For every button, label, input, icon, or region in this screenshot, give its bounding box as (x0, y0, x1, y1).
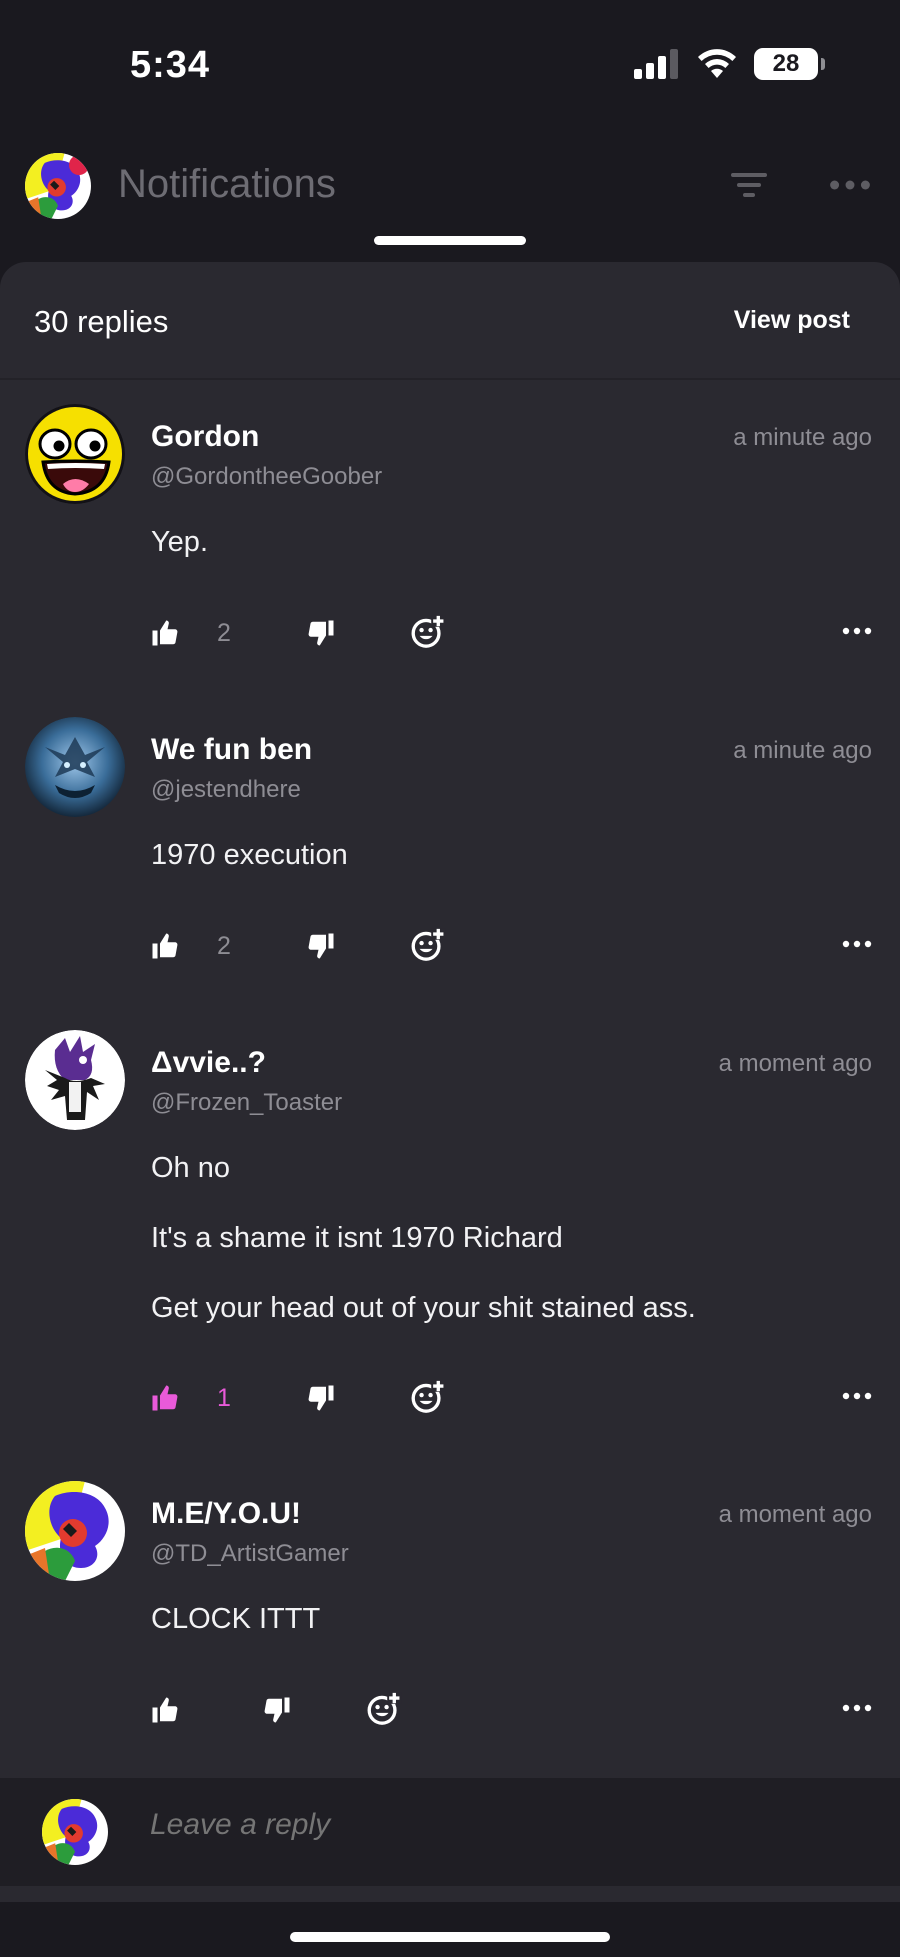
avatar[interactable] (25, 1481, 125, 1581)
dislike-button[interactable] (306, 618, 336, 648)
awesome-face-avatar (25, 404, 125, 504)
reply-more-button[interactable] (842, 1703, 872, 1713)
status-bar: 5:34 28 (0, 0, 900, 130)
avatar-image (25, 1481, 125, 1581)
like-button[interactable] (150, 1383, 180, 1413)
add-emoji-icon (410, 927, 446, 963)
more-icon (830, 180, 870, 190)
thumbs-up-icon (150, 1383, 180, 1413)
header-more-button[interactable] (823, 165, 877, 205)
thumbs-down-icon (306, 1383, 336, 1413)
wifi-icon (698, 49, 736, 78)
avatar[interactable] (25, 717, 125, 817)
reply-text: 1970 execution (151, 839, 348, 871)
home-indicator[interactable] (290, 1932, 610, 1942)
reply-author-handle[interactable]: @GordontheeGoober (151, 463, 382, 491)
like-count: 2 (217, 619, 231, 647)
reply-item: Gordon @GordontheeGoober a minute ago Ye… (0, 400, 900, 660)
add-reaction-button[interactable] (366, 1691, 402, 1727)
reply-timestamp: a minute ago (733, 424, 872, 451)
dislike-button[interactable] (306, 931, 336, 961)
add-emoji-icon (410, 614, 446, 650)
reply-author-name[interactable]: We fun ben (151, 733, 312, 767)
thumbs-down-icon (262, 1695, 292, 1725)
filter-button[interactable] (725, 165, 773, 205)
more-icon (842, 1391, 872, 1401)
character-avatar (25, 1030, 125, 1130)
reply-text-line: Oh no (151, 1152, 230, 1184)
reply-more-button[interactable] (842, 1391, 872, 1401)
view-post-button[interactable]: View post (734, 306, 850, 335)
like-count: 2 (217, 932, 231, 960)
dislike-button[interactable] (262, 1695, 292, 1725)
reply-more-button[interactable] (842, 939, 872, 949)
thumbs-up-icon (150, 931, 180, 961)
reply-author-handle[interactable]: @jestendhere (151, 776, 301, 804)
like-button[interactable] (150, 931, 180, 961)
avatar[interactable] (25, 1030, 125, 1130)
like-button[interactable] (150, 1695, 180, 1725)
reply-more-button[interactable] (842, 626, 872, 636)
filter-icon (731, 173, 767, 197)
add-reaction-button[interactable] (410, 927, 446, 963)
add-reaction-button[interactable] (410, 614, 446, 650)
monster-avatar (25, 717, 125, 817)
thumbs-down-icon (306, 931, 336, 961)
add-emoji-icon (366, 1691, 402, 1727)
status-time: 5:34 (130, 44, 211, 86)
reply-input[interactable] (150, 1808, 810, 1842)
reply-timestamp: a minute ago (733, 737, 872, 764)
reply-text-line: It's a shame it isnt 1970 Richard (151, 1222, 563, 1254)
my-avatar (42, 1799, 108, 1865)
reply-text: CLOCK ITTT (151, 1603, 321, 1635)
sheet-header: 30 replies View post (0, 262, 900, 380)
reply-text: Yep. (151, 526, 208, 558)
page-title: Notifications (118, 162, 336, 206)
reply-item: We fun ben @jestendhere a minute ago 197… (0, 713, 900, 973)
reply-author-name[interactable]: Δvvie..? (151, 1046, 266, 1080)
profile-avatar[interactable] (25, 153, 91, 219)
reply-author-name[interactable]: M.E/Y.O.U! (151, 1497, 301, 1531)
reply-text-line: Get your head out of your shit stained a… (151, 1292, 696, 1324)
reply-author-handle[interactable]: @TD_ArtistGamer (151, 1540, 349, 1568)
add-reaction-button[interactable] (410, 1379, 446, 1415)
more-icon (842, 939, 872, 949)
more-icon (842, 1703, 872, 1713)
reply-timestamp: a moment ago (718, 1050, 872, 1077)
more-icon (842, 626, 872, 636)
like-button[interactable] (150, 618, 180, 648)
thumbs-down-icon (306, 618, 336, 648)
replies-count: 30 replies (34, 304, 169, 339)
battery-indicator: 28 (754, 48, 825, 80)
dislike-button[interactable] (306, 1383, 336, 1413)
avatar-image (42, 1799, 108, 1865)
sheet-grabber[interactable] (374, 236, 526, 245)
like-count: 1 (217, 1384, 231, 1412)
reply-item: Δvvie..? @Frozen_Toaster a moment ago Oh… (0, 1026, 900, 1426)
cellular-signal-icon (634, 49, 678, 79)
thumbs-up-icon (150, 1695, 180, 1725)
notification-dot (69, 155, 89, 175)
status-icons: 28 (634, 48, 825, 80)
avatar[interactable] (25, 404, 125, 504)
add-emoji-icon (410, 1379, 446, 1415)
app-header: Notifications (0, 140, 900, 240)
reply-author-handle[interactable]: @Frozen_Toaster (151, 1089, 342, 1117)
reply-timestamp: a moment ago (718, 1501, 872, 1528)
reply-author-name[interactable]: Gordon (151, 420, 259, 454)
thumbs-up-icon (150, 618, 180, 648)
reply-composer (0, 1778, 900, 1886)
reply-item: M.E/Y.O.U! @TD_ArtistGamer a moment ago … (0, 1477, 900, 1737)
